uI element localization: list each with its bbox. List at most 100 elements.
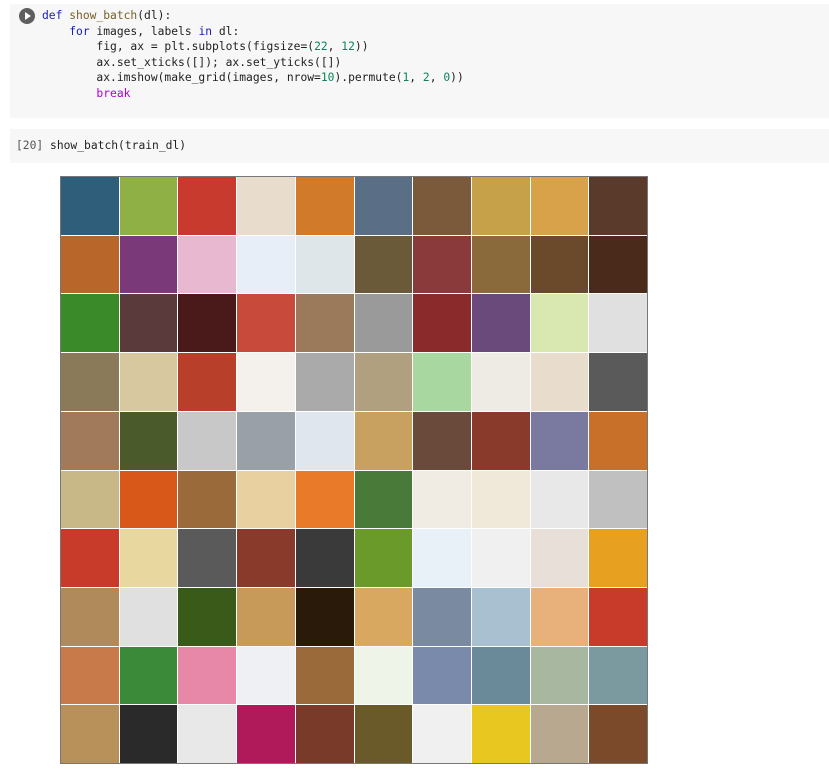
code-token: 22 — [314, 40, 328, 53]
grid-image-tile — [589, 646, 647, 705]
grid-image-tile — [61, 177, 119, 235]
grid-image-tile — [61, 705, 119, 763]
grid-image-tile — [413, 587, 471, 646]
code-token: (dl): — [137, 9, 172, 22]
grid-image-tile — [471, 411, 530, 470]
grid-image-tile — [413, 411, 471, 470]
grid-image-tile — [61, 529, 119, 587]
grid-image-tile — [119, 470, 178, 529]
grid-image-tile — [119, 646, 178, 705]
grid-image-tile — [178, 646, 237, 705]
grid-image-tile — [295, 529, 354, 587]
code-token: 10 — [320, 71, 335, 84]
grid-image-tile — [413, 705, 471, 763]
grid-image-tile — [471, 705, 530, 763]
grid-image-tile — [295, 705, 354, 763]
grid-image-tile — [530, 470, 589, 529]
code-line: for images, labels in dl: — [42, 24, 464, 40]
grid-image-tile — [178, 235, 237, 294]
grid-image-tile — [295, 235, 354, 294]
grid-image-tile — [178, 294, 237, 353]
grid-image-tile — [413, 353, 471, 411]
grid-image-tile — [413, 470, 471, 529]
grid-image-tile — [119, 235, 178, 294]
image-grid-output — [60, 176, 648, 764]
grid-image-tile — [354, 235, 413, 294]
call-code[interactable]: show_batch(train_dl) — [50, 139, 186, 152]
run-cell-button[interactable] — [19, 8, 35, 24]
grid-image-tile — [61, 470, 119, 529]
grid-image-tile — [178, 529, 237, 587]
grid-image-tile — [530, 587, 589, 646]
grid-image-tile — [61, 294, 119, 353]
grid-image-tile — [413, 646, 471, 705]
grid-image-tile — [589, 411, 647, 470]
code-token: )) — [354, 40, 369, 53]
grid-image-tile — [530, 294, 589, 353]
grid-image-tile — [354, 177, 413, 235]
code-line: ax.set_xticks([]); ax.set_yticks([]) — [42, 55, 464, 71]
grid-image-tile — [61, 235, 119, 294]
grid-image-tile — [237, 646, 295, 705]
code-line: break — [42, 86, 464, 102]
code-token: ax.imshow(make_grid(images, nrow= — [42, 71, 321, 84]
code-token: 12 — [341, 40, 355, 53]
grid-image-tile — [237, 353, 295, 411]
grid-image-tile — [295, 411, 354, 470]
grid-image-tile — [237, 177, 295, 235]
grid-image-tile — [471, 177, 530, 235]
grid-image-tile — [413, 177, 471, 235]
code-token: )) — [450, 71, 464, 84]
grid-image-tile — [589, 177, 647, 235]
grid-image-tile — [178, 177, 237, 235]
grid-image-tile — [354, 411, 413, 470]
grid-image-tile — [178, 587, 237, 646]
grid-image-tile — [589, 587, 647, 646]
grid-image-tile — [471, 470, 530, 529]
grid-image-tile — [295, 353, 354, 411]
grid-image-tile — [295, 646, 354, 705]
grid-image-tile — [530, 705, 589, 763]
code-token: fig, ax = plt.subplots(figsize=( — [42, 40, 315, 53]
grid-image-tile — [354, 705, 413, 763]
grid-image-tile — [119, 411, 178, 470]
grid-image-tile — [471, 587, 530, 646]
grid-image-tile — [295, 470, 354, 529]
grid-image-tile — [119, 177, 178, 235]
grid-image-tile — [295, 587, 354, 646]
grid-image-tile — [354, 294, 413, 353]
grid-image-tile — [178, 353, 237, 411]
grid-image-tile — [354, 587, 413, 646]
grid-image-tile — [178, 470, 237, 529]
grid-image-tile — [237, 294, 295, 353]
grid-image-tile — [471, 529, 530, 587]
grid-image-tile — [589, 529, 647, 587]
grid-image-tile — [178, 411, 237, 470]
execution-count: [20] show_batch(train_dl) — [16, 139, 187, 152]
code-cell-call[interactable]: [20] show_batch(train_dl) — [10, 129, 829, 163]
grid-image-tile — [119, 529, 178, 587]
grid-image-tile — [119, 353, 178, 411]
code-editor[interactable]: def show_batch(dl): for images, labels i… — [42, 8, 464, 101]
code-line: def show_batch(dl): — [42, 8, 464, 24]
grid-image-tile — [61, 646, 119, 705]
grid-image-tile — [119, 294, 178, 353]
grid-image-tile — [530, 529, 589, 587]
grid-image-tile — [295, 294, 354, 353]
grid-image-tile — [589, 353, 647, 411]
grid-image-tile — [61, 411, 119, 470]
grid-image-tile — [61, 353, 119, 411]
grid-image-tile — [471, 294, 530, 353]
grid-image-tile — [471, 646, 530, 705]
grid-image-tile — [237, 705, 295, 763]
grid-image-tile — [530, 411, 589, 470]
grid-image-tile — [589, 470, 647, 529]
grid-image-tile — [354, 529, 413, 587]
code-token: images, labels — [89, 24, 199, 38]
grid-image-tile — [471, 235, 530, 294]
grid-image-tile — [530, 353, 589, 411]
grid-image-tile — [589, 705, 647, 763]
code-token: break — [96, 86, 131, 100]
